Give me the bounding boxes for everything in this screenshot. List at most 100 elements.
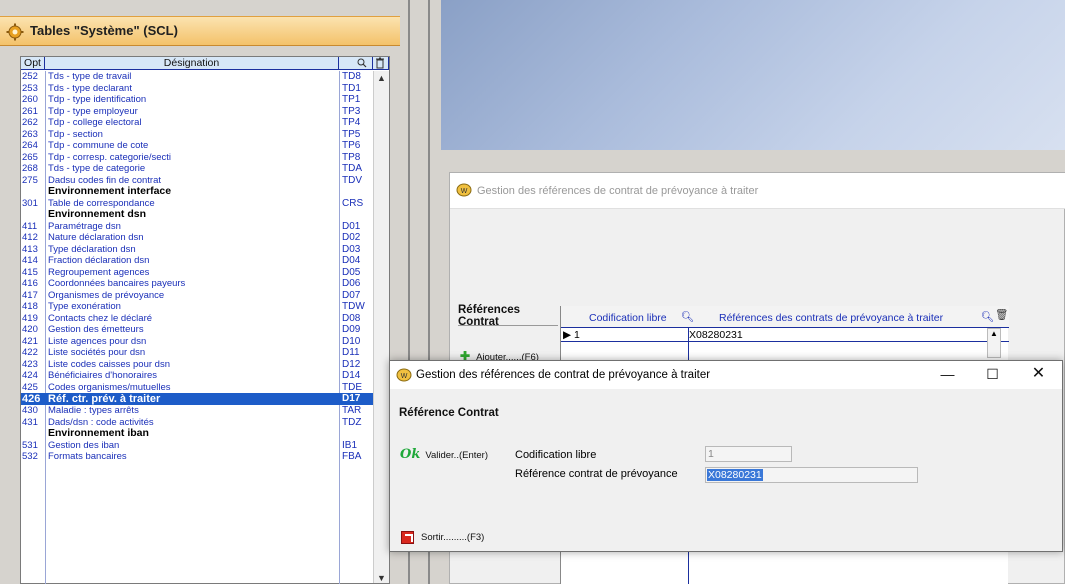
scroll-up-icon[interactable]: ▲ [377, 73, 386, 83]
row-designation: Maladie : types arrêts [48, 405, 139, 416]
table-row[interactable]: 532 Formats bancaires FBA [21, 451, 373, 463]
contracts-grid-scrollbar[interactable]: ▲ [987, 328, 1001, 358]
table-row[interactable]: 430 Maladie : types arrêts TAR [21, 405, 373, 417]
row-designation: Tdp - corresp. categorie/secti [48, 151, 172, 163]
row-opt: 420 [22, 324, 38, 335]
row-code: D01 [342, 220, 361, 232]
close-button[interactable]: ✕ [1016, 361, 1061, 389]
table-row[interactable]: 419 Contacts chez le déclaré D08 [21, 313, 373, 325]
table-row[interactable]: 261 Tdp - type employeur TP3 [21, 106, 373, 118]
row-code: D08 [342, 312, 361, 324]
row-opt: 268 [22, 163, 38, 174]
exit-button[interactable]: Sortir.........(F3) [401, 531, 484, 544]
table-row[interactable]: 301 Table de correspondance CRS [21, 198, 373, 210]
column-header-code-libre[interactable]: Codification libre [589, 312, 667, 324]
table-row[interactable]: 411 Paramétrage dsn D01 [21, 221, 373, 233]
row-opt: 532 [22, 451, 38, 462]
row-opt: 418 [22, 301, 38, 312]
table-row[interactable]: 531 Gestion des iban IB1 [21, 440, 373, 452]
table-row[interactable]: 412 Nature déclaration dsn D02 [21, 232, 373, 244]
table-row[interactable]: 262 Tdp - college electoral TP4 [21, 117, 373, 129]
row-code: D04 [342, 255, 361, 266]
table-row[interactable]: 421 Liste agences pour dsn D10 [21, 336, 373, 348]
trash-icon[interactable] [373, 57, 387, 69]
row-opt: 413 [22, 243, 38, 255]
row-opt: 426 [22, 393, 41, 405]
group-header-row[interactable]: Environnement iban [21, 428, 373, 440]
row-designation: Gestion des émetteurs [48, 324, 144, 335]
table-row[interactable]: 252 Tds - type de travail TD8 [21, 71, 373, 83]
row-designation: Type exonération [48, 301, 121, 312]
row-designation: Environnement iban [48, 428, 149, 439]
table-row[interactable]: 431 Dads/dsn : code activités TDZ [21, 417, 373, 429]
column-header-opt[interactable]: Opt [21, 57, 45, 70]
scroll-down-icon[interactable]: ▼ [377, 573, 386, 583]
group-header-row[interactable]: Environnement dsn [21, 209, 373, 221]
codification-libre-field[interactable]: 1 [705, 446, 792, 462]
column-header-trash[interactable] [373, 57, 389, 70]
row-opt: 252 [22, 71, 38, 82]
exit-button-label: Sortir.........(F3) [421, 532, 485, 544]
row-designation: Tds - type de travail [48, 71, 132, 82]
table-row[interactable]: 423 Liste codes caisses pour dsn D12 [21, 359, 373, 371]
row-opt: 419 [22, 312, 38, 324]
row-designation: Regroupement agences [48, 266, 150, 278]
column-header-designation[interactable]: Désignation [45, 57, 339, 70]
table-row[interactable]: 264 Tdp - commune de cote TP6 [21, 140, 373, 152]
dialog-title-bar[interactable]: W Gestion des références de contrat de p… [390, 361, 1062, 389]
row-designation: Liste sociétés pour dsn [48, 347, 146, 358]
table-row[interactable]: 413 Type déclaration dsn D03 [21, 244, 373, 256]
search-icon[interactable]: 🔍︎ [981, 310, 994, 323]
search-icon[interactable] [339, 57, 369, 69]
row-code: TP8 [342, 151, 361, 163]
table-row[interactable]: 260 Tdp - type identification TP1 [21, 94, 373, 106]
reference-contrat-field[interactable]: X08280231 [705, 467, 918, 483]
column-header-references[interactable]: Références des contrats de prévoyance à … [719, 312, 943, 324]
edit-reference-dialog[interactable]: W Gestion des références de contrat de p… [389, 360, 1063, 552]
row-designation: Réf. ctr. prév. à traiter [48, 393, 161, 405]
table-row[interactable]: ▶ 1 X08280231 [561, 328, 1009, 342]
row-designation: Contacts chez le déclaré [48, 312, 153, 324]
system-tables-grid[interactable]: Opt Désignation 252 Tds - type de travail… [20, 56, 390, 584]
group-header-row[interactable]: Environnement interface [21, 186, 373, 198]
table-row[interactable]: 425 Codes organismes/mutuelles TDE [21, 382, 373, 394]
trash-icon[interactable]: 🗑︎ [995, 308, 1008, 321]
minimize-button[interactable]: — [925, 361, 970, 389]
row-code: D14 [342, 370, 361, 381]
row-opt: 412 [22, 232, 38, 243]
validate-button[interactable]: Ok Valider..(Enter) [400, 447, 488, 462]
exit-icon [401, 531, 414, 544]
table-row[interactable]: 415 Regroupement agences D05 [21, 267, 373, 279]
row-opt: 411 [22, 220, 38, 232]
system-tables-panel: Tables "Système" (SCL) Opt Désignation 2… [0, 0, 403, 584]
table-row[interactable]: 253 Tds - type declarant TD1 [21, 83, 373, 95]
table-row[interactable]: 263 Tdp - section TP5 [21, 129, 373, 141]
row-designation: Environnement dsn [48, 209, 147, 220]
table-row[interactable]: 414 Fraction déclaration dsn D04 [21, 255, 373, 267]
maximize-button[interactable]: ☐ [970, 361, 1015, 389]
column-header-code[interactable] [339, 57, 373, 70]
row-opt: 414 [22, 255, 38, 266]
search-icon[interactable]: 🔍︎ [681, 310, 694, 323]
table-row[interactable]: 424 Bénéficiaires d'honoraires D14 [21, 370, 373, 382]
row-opt: 430 [22, 405, 38, 416]
row-designation: Formats bancaires [48, 451, 127, 462]
table-row[interactable]: 420 Gestion des émetteurs D09 [21, 324, 373, 336]
grid-scrollbar[interactable]: ▲ ▼ [373, 71, 389, 583]
table-row[interactable]: 426 Réf. ctr. prév. à traiter D17 [21, 393, 373, 405]
row-designation: Tds - type declarant [48, 82, 132, 94]
row-opt: 415 [22, 266, 38, 278]
table-row[interactable]: 268 Tds - type de categorie TDA [21, 163, 373, 175]
panel-title: Tables "Système" (SCL) [30, 23, 178, 38]
row-designation: Bénéficiaires d'honoraires [48, 370, 158, 381]
label-codification-libre: Codification libre [515, 449, 597, 461]
table-row[interactable]: 416 Coordonnées bancaires payeurs D06 [21, 278, 373, 290]
table-row[interactable]: 275 Dadsu codes fin de contrat TDV [21, 175, 373, 187]
row-code: TP3 [342, 105, 361, 117]
table-row[interactable]: 418 Type exonération TDW [21, 301, 373, 313]
row-designation: Tdp - type identification [48, 94, 147, 105]
table-row[interactable]: 265 Tdp - corresp. categorie/secti TP8 [21, 152, 373, 164]
table-row[interactable]: 417 Organismes de prévoyance D07 [21, 290, 373, 302]
background-window-title-bar[interactable]: W Gestion des références de contrat de p… [450, 173, 1065, 209]
table-row[interactable]: 422 Liste sociétés pour dsn D11 [21, 347, 373, 359]
